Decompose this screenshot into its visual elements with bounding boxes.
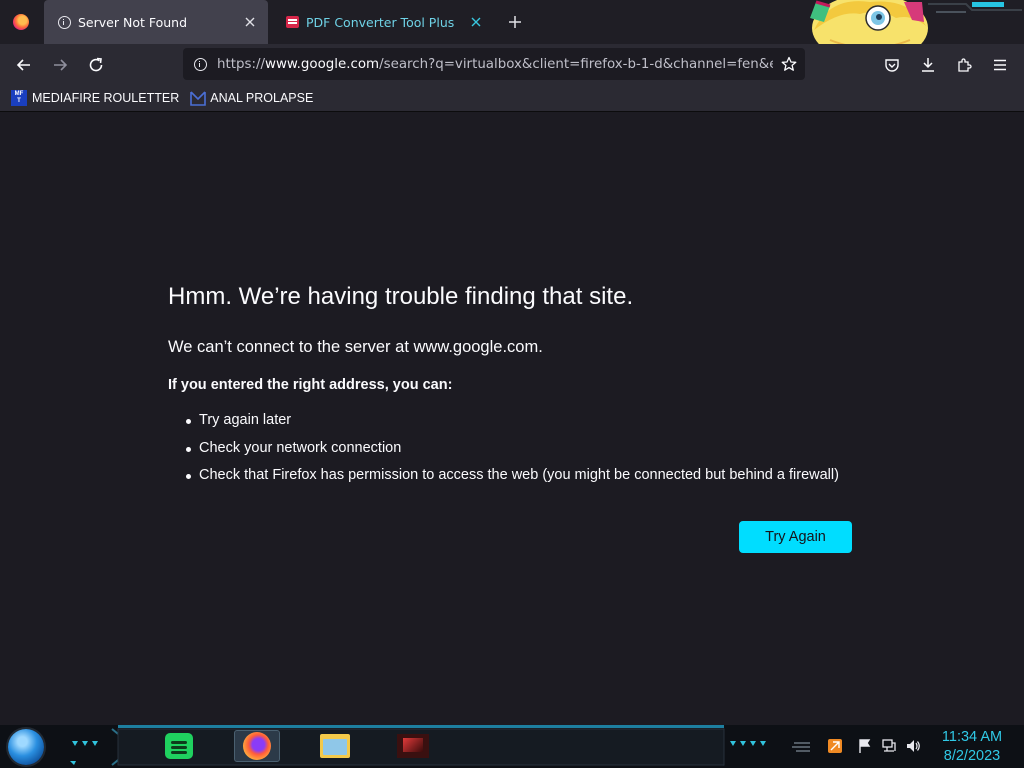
extensions-button[interactable]: [949, 50, 979, 80]
plus-icon: [509, 16, 521, 28]
url-prefix: https://: [217, 56, 265, 72]
mediafire-icon: MF T: [11, 90, 27, 106]
tray-flag[interactable]: [856, 737, 874, 755]
url-input[interactable]: https://www.google.com/search?q=virtualb…: [215, 57, 773, 72]
bookmark-star-button[interactable]: [773, 56, 805, 72]
close-icon: [471, 17, 481, 27]
download-icon: [922, 58, 934, 72]
system-clock[interactable]: 11:34 AM 8/2/2023: [928, 728, 1016, 766]
bookmark-site-icon: [190, 91, 207, 106]
forward-arrow-icon: [54, 59, 68, 71]
close-tab-button[interactable]: [464, 10, 488, 34]
tray-volume[interactable]: [904, 737, 922, 755]
tab-title: PDF Converter Tool Plus: [306, 14, 455, 30]
game-app-icon: [397, 734, 429, 758]
pocket-button[interactable]: [877, 50, 907, 80]
tab-title: Server Not Found: [78, 14, 188, 30]
new-tab-button[interactable]: [501, 8, 529, 36]
bookmarks-toolbar: MF T MEDIAFIRE ROULETTER ANAL PROLAPSE: [0, 85, 1024, 112]
reload-button[interactable]: [81, 50, 111, 80]
hamburger-menu-icon: [994, 59, 1006, 71]
clock-date: 8/2/2023: [943, 748, 1001, 764]
taskbar-firefox[interactable]: [234, 730, 280, 762]
bookmark-second[interactable]: ANAL PROLAPSE: [190, 90, 313, 106]
reload-icon: [89, 57, 103, 72]
action-center-flag-icon: [859, 739, 871, 753]
firefox-view-button[interactable]: [0, 0, 42, 44]
error-page: Hmm. We’re having trouble finding that s…: [0, 113, 1024, 725]
list-item: Check that Firefox has permission to acc…: [183, 462, 839, 490]
firefox-icon: [13, 14, 29, 30]
taskbar-game-app[interactable]: [390, 730, 436, 762]
app-menu-button[interactable]: [985, 50, 1015, 80]
forward-button[interactable]: [45, 50, 75, 80]
close-tab-button[interactable]: [238, 10, 262, 34]
back-button[interactable]: [9, 50, 39, 80]
url-path: /search?q=virtualbox&client=firefox-b-1-…: [379, 56, 773, 72]
taskbar-file-explorer[interactable]: [312, 730, 358, 762]
tray-network[interactable]: [880, 737, 898, 755]
error-short-description: We can’t connect to the server at www.go…: [168, 338, 543, 356]
try-again-button[interactable]: Try Again: [739, 521, 852, 553]
list-item: Check your network connection: [183, 435, 839, 463]
pdf-icon: [284, 14, 300, 30]
tray-orange-icon: [828, 739, 842, 753]
tab-server-not-found[interactable]: Server Not Found: [44, 0, 268, 44]
close-icon: [245, 17, 255, 27]
taskbar: 11:34 AM 8/2/2023: [0, 725, 1024, 768]
taskbar-spotify[interactable]: [156, 730, 202, 762]
star-icon: [781, 56, 797, 71]
url-bar[interactable]: https://www.google.com/search?q=virtualb…: [183, 48, 805, 80]
tab-pdf-converter[interactable]: PDF Converter Tool Plus: [272, 0, 494, 44]
folder-icon: [320, 734, 350, 758]
error-suggestion-intro: If you entered the right address, you ca…: [168, 377, 453, 393]
pocket-icon: [885, 59, 899, 72]
back-arrow-icon: [16, 59, 30, 71]
bookmark-mediafire-rouletter[interactable]: MF T MEDIAFIRE ROULETTER: [11, 90, 179, 106]
clock-time: 11:34 AM: [941, 729, 1003, 745]
url-domain: www.google.com: [265, 56, 380, 72]
theme-decoration: [926, 0, 1024, 16]
tray-app-icon[interactable]: [826, 737, 844, 755]
start-button[interactable]: [8, 729, 44, 765]
site-info-icon[interactable]: [185, 57, 215, 71]
spotify-icon: [165, 733, 193, 759]
bookmark-label: MEDIAFIRE ROULETTER: [32, 91, 180, 105]
firefox-icon: [243, 732, 271, 760]
error-title: Hmm. We’re having trouble finding that s…: [168, 283, 634, 310]
volume-icon: [907, 740, 920, 752]
bookmark-label: ANAL PROLAPSE: [210, 91, 314, 105]
info-icon: [56, 14, 72, 30]
downloads-button[interactable]: [913, 50, 943, 80]
error-suggestion-list: Try again later Check your network conne…: [183, 407, 839, 490]
puzzle-icon: [958, 58, 972, 72]
list-item: Try again later: [183, 407, 839, 435]
network-icon: [882, 739, 896, 752]
taskbar-right-decoration: [730, 741, 810, 752]
